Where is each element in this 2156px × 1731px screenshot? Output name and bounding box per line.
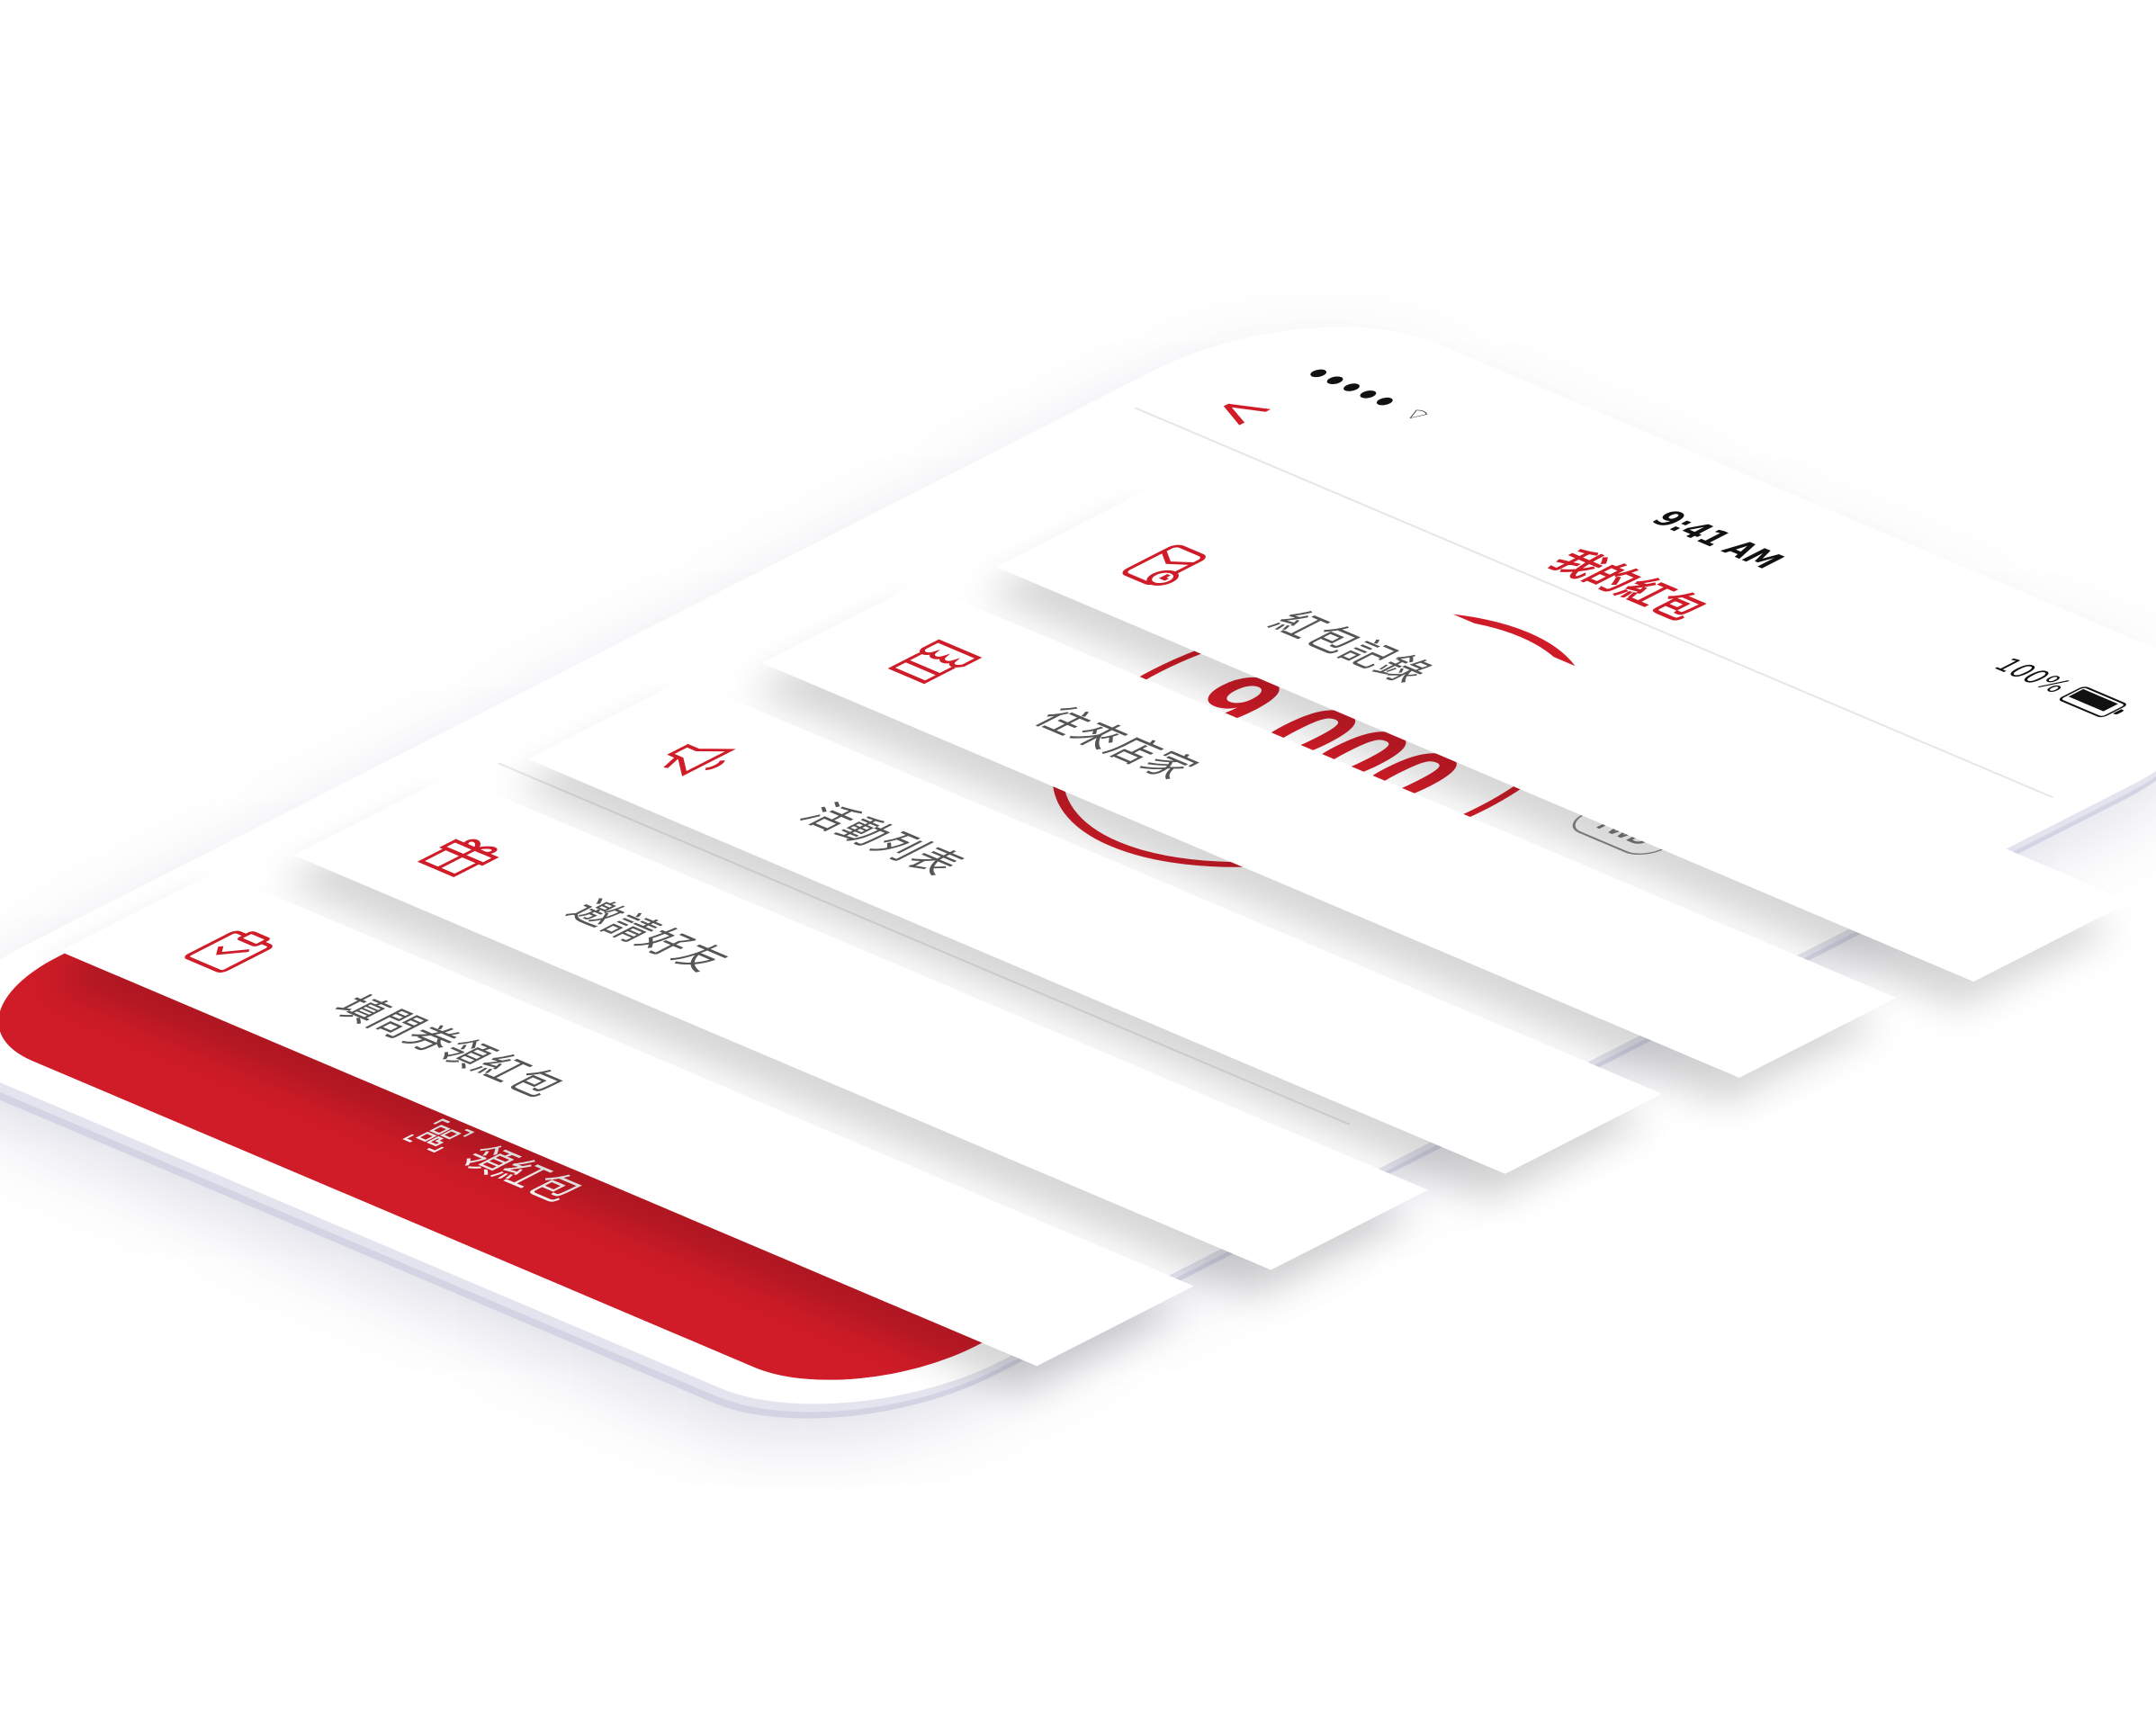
menu-item-label: 紅包記錄 [1256, 605, 1444, 690]
megaphone-icon [663, 743, 736, 776]
battery-icon [2056, 685, 2129, 719]
menu-item-label: 往來店家 [1022, 702, 1210, 786]
menu-item-label: 邀請好友 [553, 894, 742, 978]
isometric-phone-mockup: ⌔ 9:41 AM 100% < 我的紅包 9,000 TWD [0, 0, 2156, 1731]
menu-item-label: 活動列表 [788, 798, 976, 883]
shop-icon [887, 639, 983, 685]
red-envelope-clock-icon [1122, 544, 1206, 586]
gift-icon [417, 839, 499, 877]
clipboard-check-icon [184, 930, 273, 973]
